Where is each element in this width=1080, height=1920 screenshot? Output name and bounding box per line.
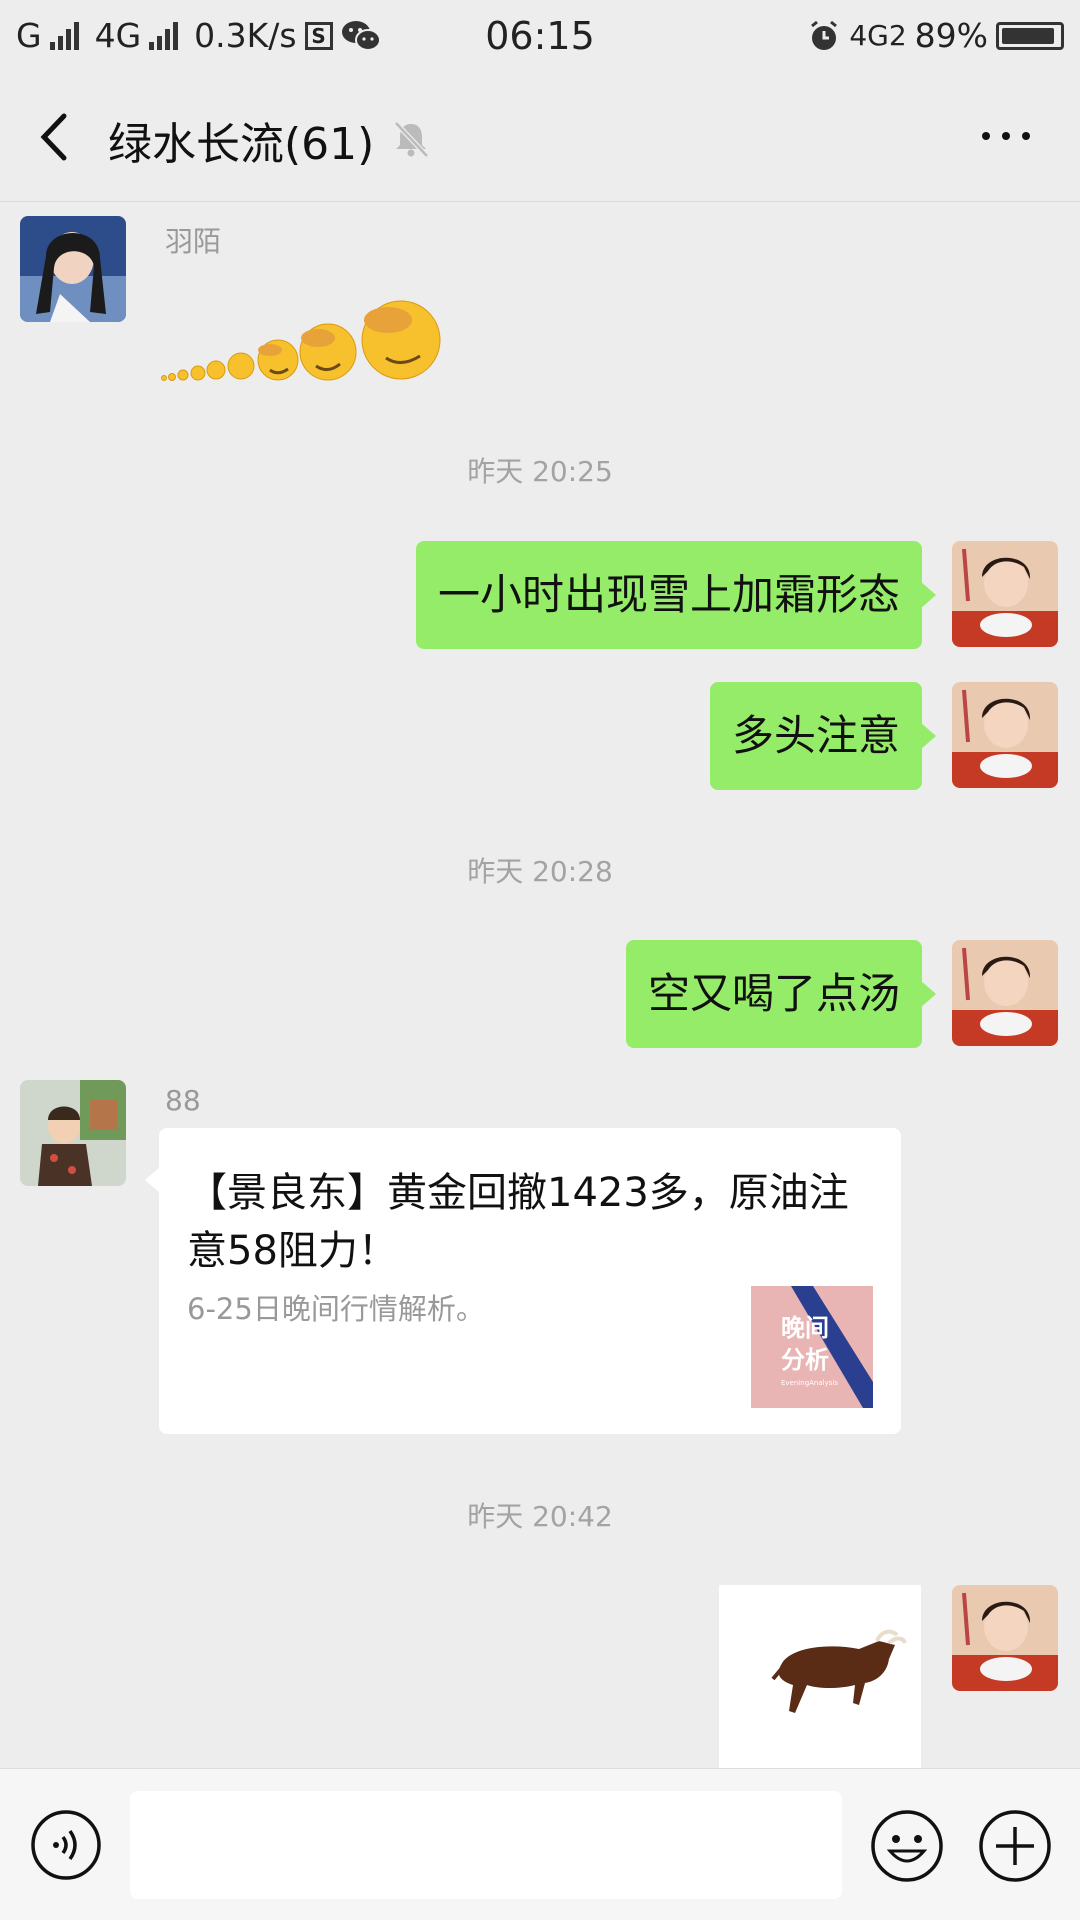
avatar-image [952,541,1058,647]
battery-icon [996,21,1064,50]
plus-icon[interactable] [978,1809,1052,1883]
avatar-self[interactable] [952,541,1058,647]
link-card[interactable]: 【景良东】黄金回撤1423多，原油注意58阻力！ 6-25日晚间行情解析。 晚间… [145,1128,901,1434]
outgoing-message[interactable]: 一小时出现雪上加霜形态 [415,541,937,649]
avatar-image [952,1585,1058,1691]
avatar-yumo[interactable] [20,216,126,322]
battery-percent: 89% [914,16,988,55]
avatar-self[interactable] [952,940,1058,1046]
status-right: 4G2 89% [807,16,1064,55]
avatar-image [20,216,126,322]
emoji-icon[interactable] [870,1809,944,1883]
sender-name: 羽陌 [165,225,222,258]
alarm-icon [811,20,838,50]
card-description: 6-25日晚间行情解析。 [187,1292,485,1326]
timestamp: 昨天 20:28 [467,855,613,888]
image-message[interactable] [719,1585,921,1768]
facepalm-emoji-sequence[interactable] [158,266,558,386]
bull-sticker [771,1629,907,1713]
timestamp: 昨天 20:42 [467,1500,613,1533]
outgoing-message[interactable]: 空又喝了点汤 [625,940,937,1048]
card-title: 【景良东】黄金回撤1423多，原油注意58阻力！ [187,1170,849,1274]
avatar-88[interactable] [20,1080,126,1186]
avatar-self[interactable] [952,682,1058,788]
thumbnail-subtitle: EveningAnalysis [781,1379,838,1387]
more-dots-icon[interactable] [976,114,1036,158]
mute-bell-icon [394,121,429,158]
back-chevron-icon[interactable] [28,104,88,170]
network-type-2: 4G2 [849,19,907,52]
message-input[interactable] [130,1791,842,1899]
card-thumbnail: 晚间 分析 EveningAnalysis [751,1286,873,1408]
timestamp: 昨天 20:25 [467,455,613,488]
avatar-image [20,1080,126,1186]
chat-title: 绿水长流(61) [108,119,375,170]
input-bar [0,1768,1080,1920]
avatar-self[interactable] [952,1585,1058,1691]
chat-header: 绿水长流(61) [0,74,1080,202]
voice-icon[interactable] [30,1809,102,1881]
sender-name: 88 [165,1084,201,1117]
avatar-image [952,940,1058,1046]
thumbnail-title: 晚间 分析 [781,1313,829,1374]
outgoing-message[interactable]: 多头注意 [709,682,937,790]
status-bar: G 4G 0.3K/s S 06:15 4G2 89% [0,0,1080,74]
chat-messages[interactable]: 羽陌 昨天 20:25 一小时出现雪上加霜形态 多头注意 昨天 20:28 空又… [0,202,1080,1768]
avatar-image [952,682,1058,788]
